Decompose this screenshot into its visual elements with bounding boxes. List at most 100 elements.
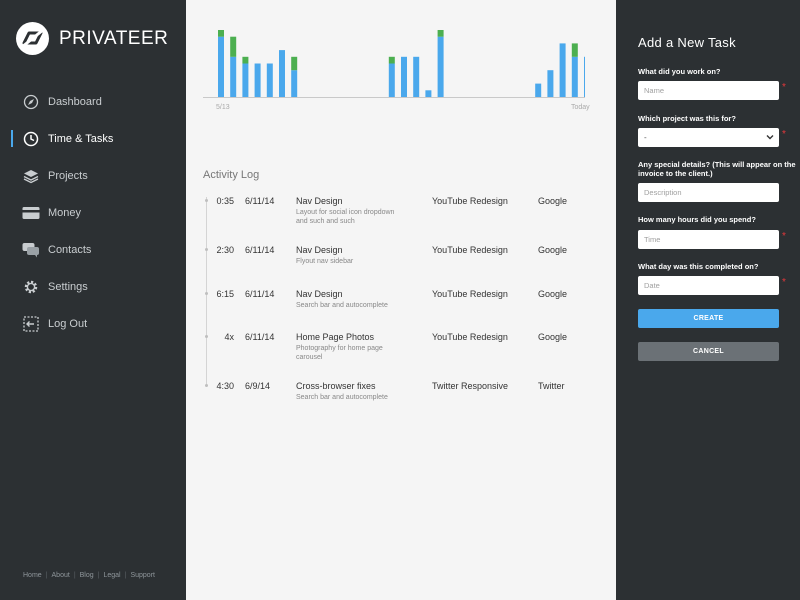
required-mark: *: [782, 129, 786, 140]
nav-item-label: Settings: [48, 280, 88, 293]
nav-item-settings[interactable]: Settings: [0, 268, 186, 305]
activity-client: Google: [538, 245, 568, 255]
activity-bar-chart: [218, 30, 585, 97]
compass-icon: [22, 93, 40, 111]
chart-bar: [291, 70, 298, 97]
chart-bar: [437, 36, 444, 97]
sidebar: PRIVATEER Dashboard Time & Tasks Project…: [0, 0, 186, 600]
nav-item-dashboard[interactable]: Dashboard: [0, 83, 186, 120]
activity-task: Nav Design: [296, 196, 343, 206]
card-icon: [22, 204, 40, 222]
date-input[interactable]: [638, 276, 779, 295]
activity-duration: 6:15: [216, 289, 234, 299]
chart-start-label: 5/13: [216, 104, 230, 111]
activity-date: 6/11/14: [245, 332, 275, 342]
footer-link-blog[interactable]: Blog: [80, 572, 94, 579]
chart-bar: [584, 56, 585, 97]
clock-icon: [22, 130, 40, 148]
nav-item-logout[interactable]: Log Out: [0, 305, 186, 342]
activity-client: Google: [538, 332, 568, 342]
project-select[interactable]: -: [638, 128, 779, 147]
gear-icon: [22, 278, 40, 296]
activity-date: 6/9/14: [245, 381, 271, 391]
chart-bar: [230, 56, 237, 97]
activity-date: 6/11/14: [245, 196, 275, 206]
activity-client: Google: [538, 289, 568, 299]
nav-item-label: Log Out: [48, 317, 88, 330]
activity-task: Nav Design: [296, 245, 343, 255]
chart-bar: [535, 83, 542, 97]
chart-bar-segment: [571, 43, 578, 57]
nav-item-label: Dashboard: [48, 95, 102, 108]
day-label: What day was this completed on?: [638, 262, 759, 271]
chart-bar: [413, 56, 420, 97]
footer-link-support[interactable]: Support: [130, 572, 155, 579]
footer-link-legal[interactable]: Legal: [103, 572, 120, 579]
footer-link-home[interactable]: Home: [23, 572, 42, 579]
required-mark: *: [782, 277, 786, 288]
activity-project: YouTube Redesign: [432, 245, 508, 255]
footer-separator: |: [45, 572, 48, 579]
activity-date: 6/11/14: [245, 245, 275, 255]
brand[interactable]: PRIVATEER: [16, 22, 168, 55]
nav-item-money[interactable]: Money: [0, 194, 186, 231]
nav-item-label: Money: [48, 206, 82, 219]
nav-item-label: Time & Tasks: [48, 132, 114, 145]
activity-duration: 4:30: [216, 381, 234, 391]
nav-item-time-tasks[interactable]: Time & Tasks: [0, 120, 186, 157]
chart-bar-segment: [230, 36, 237, 57]
activity-client: Google: [538, 196, 568, 206]
description-input[interactable]: [638, 183, 779, 202]
brand-name: PRIVATEER: [59, 27, 169, 49]
nav-item-projects[interactable]: Projects: [0, 157, 186, 194]
project-select-value: -: [644, 133, 647, 142]
activity-task: Nav Design: [296, 289, 343, 299]
chat-icon: [22, 241, 40, 259]
hours-label: How many hours did you spend?: [638, 215, 756, 224]
activity-project: YouTube Redesign: [432, 196, 508, 206]
cancel-button[interactable]: CANCEL: [638, 342, 779, 361]
activity-duration: 4x: [224, 332, 234, 342]
new-task-panel: Add a New Task What did you work on? * W…: [616, 0, 800, 600]
details-label: Any special details? (This will appear o…: [638, 160, 796, 178]
logout-icon: [22, 315, 40, 333]
activity-project: YouTube Redesign: [432, 332, 508, 342]
activity-log-title: Activity Log: [203, 169, 260, 181]
time-input[interactable]: [638, 230, 779, 249]
project-label: Which project was this for?: [638, 114, 736, 123]
activity-task: Home Page Photos: [296, 332, 375, 342]
chart-bar-segment: [218, 30, 224, 37]
chart-bar: [279, 50, 285, 97]
footer-link-about[interactable]: About: [52, 572, 70, 579]
chevron-down-icon: [766, 133, 774, 143]
chart-bar: [388, 63, 395, 97]
form-title: Add a New Task: [638, 35, 736, 50]
activity-description: Flyout nav sidebar: [296, 258, 354, 265]
sidebar-nav: Dashboard Time & Tasks Projects Money Co…: [0, 83, 186, 342]
footer-links: Home | About | Blog | Legal | Support: [23, 572, 155, 579]
privateer-logo-icon: [16, 22, 49, 55]
chart-bar: [571, 56, 578, 97]
required-mark: *: [782, 231, 786, 242]
activity-project: YouTube Redesign: [432, 289, 508, 299]
create-button[interactable]: CREATE: [638, 309, 779, 328]
activity-description: Search bar and autocomplete: [296, 302, 388, 309]
activity-description: Photography for home page carousel: [296, 345, 383, 361]
activity-task: Cross-browser fixes: [296, 381, 376, 391]
required-mark: *: [782, 82, 786, 93]
activity-project: Twitter Responsive: [432, 381, 509, 391]
activity-duration: 2:30: [216, 245, 234, 255]
name-input[interactable]: [638, 81, 779, 100]
chart-bar: [425, 90, 432, 97]
chart-bar-segment: [242, 56, 249, 64]
chart-bar: [254, 63, 261, 97]
chart-bar: [401, 56, 407, 97]
chart-end-label: Today: [571, 104, 590, 111]
chart-bar: [559, 43, 566, 97]
layers-icon: [22, 167, 40, 185]
chart-bar: [266, 63, 273, 97]
footer-separator: |: [124, 572, 127, 579]
work-label: What did you work on?: [638, 67, 721, 76]
nav-item-contacts[interactable]: Contacts: [0, 231, 186, 268]
chart-bar: [547, 70, 554, 97]
